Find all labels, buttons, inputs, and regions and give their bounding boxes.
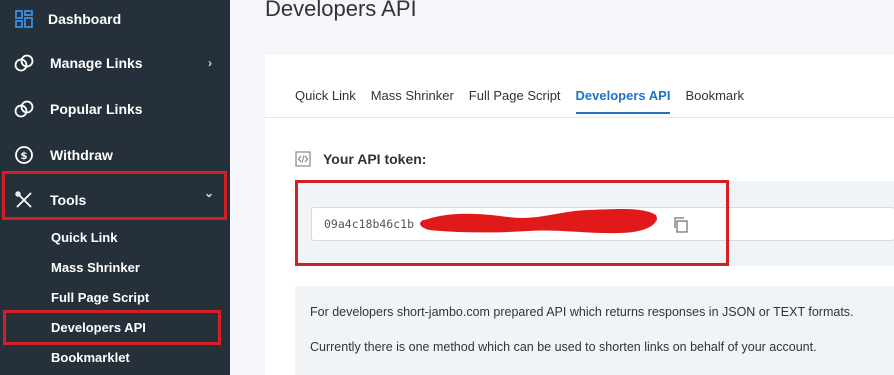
tab-mass-shrinker[interactable]: Mass Shrinker (371, 88, 454, 114)
sidebar-sub-item-bookmarklet[interactable]: Bookmarklet (0, 344, 230, 370)
api-info-line: Currently there is one method which can … (310, 340, 817, 354)
sidebar-sub-item-full-page-script[interactable]: Full Page Script (0, 284, 230, 310)
sidebar-sub-item-quick-link[interactable]: Quick Link (0, 224, 230, 250)
tab-full-page-script[interactable]: Full Page Script (469, 88, 561, 114)
tab-developers-api[interactable]: Developers API (575, 88, 671, 114)
code-icon (295, 151, 311, 167)
api-token-heading-text: Your API token: (323, 151, 427, 167)
sidebar-item-label: Dashboard (48, 11, 122, 27)
sidebar-sub-item-label: Quick Link (51, 229, 118, 245)
sidebar-item-dashboard[interactable]: Dashboard (0, 0, 230, 39)
svg-text:$: $ (21, 151, 28, 162)
chevron-right-icon: › (208, 56, 212, 70)
page-title: Developers API (265, 0, 417, 21)
sidebar-sub-item-label: Mass Shrinker (51, 259, 140, 275)
dashboard-icon (12, 7, 36, 31)
tools-highlight-box (2, 171, 227, 220)
sidebar-item-label: Popular Links (50, 101, 143, 117)
link-icon (12, 97, 36, 121)
sidebar-sub-item-label: Bookmarklet (51, 349, 130, 365)
tool-tabs: Quick Link Mass Shrinker Full Page Scrip… (295, 88, 759, 114)
sidebar-item-label: Manage Links (50, 55, 143, 71)
sidebar-sub-item-mass-shrinker[interactable]: Mass Shrinker (0, 254, 230, 280)
api-info-line: For developers short-jambo.com prepared … (310, 305, 854, 319)
api-token-heading: Your API token: (295, 151, 426, 167)
api-info-panel: For developers short-jambo.com prepared … (295, 286, 894, 375)
sidebar-item-popular-links[interactable]: Popular Links (0, 89, 230, 129)
tab-bookmark[interactable]: Bookmark (685, 88, 744, 114)
developers-api-highlight-box (3, 310, 221, 345)
tabs-divider (265, 117, 894, 118)
sidebar-item-withdraw[interactable]: $ Withdraw (0, 135, 230, 175)
sidebar: Dashboard Manage Links › Popular Links $… (0, 0, 230, 375)
coins-icon: $ (12, 143, 36, 167)
sidebar-item-label: Withdraw (50, 147, 113, 163)
tab-quick-link[interactable]: Quick Link (295, 88, 356, 114)
sidebar-item-manage-links[interactable]: Manage Links › (0, 43, 230, 83)
api-token-highlight-box (295, 180, 729, 266)
sidebar-sub-item-label: Full Page Script (51, 289, 150, 305)
link-icon (12, 51, 36, 75)
